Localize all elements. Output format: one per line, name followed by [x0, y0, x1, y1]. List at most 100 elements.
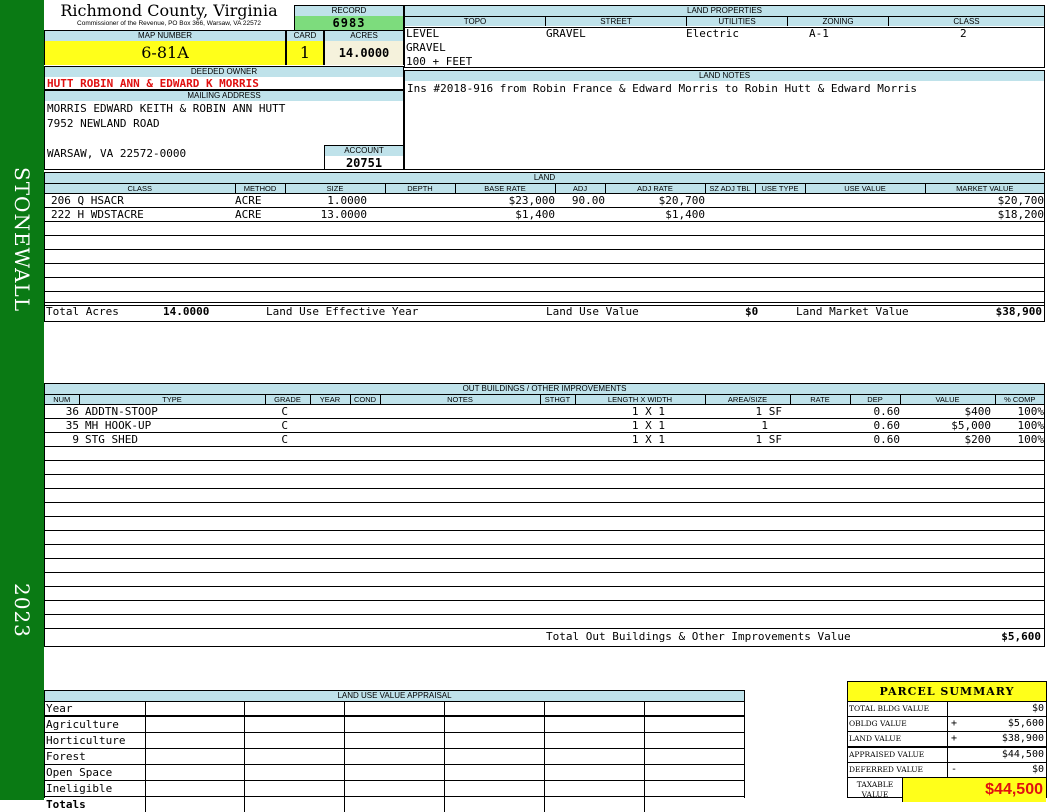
summary-value: $44,500: [960, 748, 1046, 762]
parcel-summary-title: PARCEL SUMMARY: [848, 682, 1046, 702]
ob-num: 35: [45, 419, 79, 433]
land-use-row-totals: Totals: [45, 797, 744, 812]
land-adj-rate: $20,700: [605, 194, 705, 208]
ob-type: ADDTN-STOOP: [79, 405, 265, 419]
outbuilding-row: 36 ADDTN-STOOP C 1 X 1 1 SF 0.60 $400 10…: [45, 405, 1044, 419]
acres-box: ACRES 14.0000: [324, 30, 404, 65]
ob-value: $400: [900, 405, 995, 419]
land-base-rate: $23,000: [455, 194, 555, 208]
land-col-size: SIZE: [285, 184, 385, 194]
land-row-empty: [45, 222, 1044, 236]
land-col-sz-adj-tbl: SZ ADJ TBL: [705, 184, 755, 194]
card-label: CARD: [287, 31, 323, 41]
street-label: STREET: [546, 17, 687, 26]
class-label: CLASS: [889, 17, 1044, 26]
outbuilding-row-empty: [45, 573, 1044, 587]
land-row-empty: [45, 236, 1044, 250]
land-use-label: Ineligible: [45, 781, 145, 797]
ob-type: STG SHED: [79, 433, 265, 447]
land-use-label: Year: [45, 702, 145, 716]
tax-year: 2023: [0, 580, 44, 640]
ob-area-size: 1 SF: [705, 405, 790, 419]
land-col-use-value: USE VALUE: [805, 184, 925, 194]
land-row: 222 H WDSTACRE ACRE 13.0000 $1,400 $1,40…: [45, 208, 1044, 222]
land-use-label: Agriculture: [45, 716, 145, 733]
summary-op: [948, 702, 960, 716]
district-name: STONEWALL: [0, 160, 44, 320]
summary-label: LAND VALUE: [848, 732, 948, 746]
ob-col-area-size: AREA/SIZE: [705, 395, 790, 405]
utilities-value: Electric: [686, 27, 739, 41]
land-row-empty: [45, 278, 1044, 292]
street-value: GRAVEL: [546, 27, 586, 41]
ob-length-width: 1 X 1: [575, 433, 705, 447]
mailing-line-1: MORRIS EDWARD KEITH & ROBIN ANN HUTT: [45, 101, 403, 116]
ob-num: 9: [45, 433, 79, 447]
deeded-owner-label: DEEDED OWNER: [45, 67, 403, 77]
outbuilding-row-empty: [45, 545, 1044, 559]
ob-num: 36: [45, 405, 79, 419]
land-use-appraisal-title: LAND USE VALUE APPRAISAL: [45, 691, 744, 702]
outbuildings-title: OUT BUILDINGS / OTHER IMPROVEMENTS: [45, 384, 1044, 395]
land-column-headers: CLASS METHOD SIZE DEPTH BASE RATE ADJ AD…: [45, 184, 1044, 194]
land-row-empty: [45, 250, 1044, 264]
land-use-appraisal-section: LAND USE VALUE APPRAISAL Year Agricultur…: [44, 690, 745, 798]
land-depth: [385, 208, 455, 222]
land-use-label: Horticulture: [45, 733, 145, 749]
outbuildings-total-label: Total Out Buildings & Other Improvements…: [546, 630, 851, 643]
land-use-value: [805, 208, 925, 222]
deeded-owner-box: DEEDED OWNER HUTT ROBIN ANN & EDWARD K M…: [44, 66, 404, 90]
class-value: 2: [960, 27, 967, 41]
topo-3: 100 + FEET: [406, 55, 472, 68]
land-use-row: Open Space: [45, 765, 744, 781]
map-number: 6-81A: [45, 41, 285, 65]
ob-dep: 0.60: [850, 433, 900, 447]
outbuilding-row-empty: [45, 559, 1044, 573]
land-method: ACRE: [235, 208, 285, 222]
outbuilding-row-empty: [45, 475, 1044, 489]
land-totals-row: Total Acres 14.0000 Land Use Effective Y…: [45, 302, 1044, 321]
taxable-label-line-2: VALUE: [848, 790, 902, 800]
mailing-line-2: 7952 NEWLAND ROAD: [45, 116, 403, 131]
land-base-rate: $1,400: [455, 208, 555, 222]
parcel-summary: PARCEL SUMMARY TOTAL BLDG VALUE $0 OBLDG…: [847, 681, 1047, 798]
summary-label: TOTAL BLDG VALUE: [848, 702, 948, 716]
ob-col-rate: RATE: [790, 395, 850, 405]
land-use-row: Agriculture: [45, 716, 744, 733]
acres-value: 14.0000: [325, 41, 403, 65]
summary-row: DEFERRED VALUE - $0: [848, 763, 1046, 778]
outbuilding-row-empty: [45, 601, 1044, 615]
land-use-value-label: Land Use Value: [546, 305, 639, 318]
ob-col-grade: GRADE: [265, 395, 310, 405]
land-market-value: $18,200: [925, 208, 1044, 222]
summary-op: -: [948, 763, 960, 777]
ob-area-size: 1: [705, 419, 790, 433]
summary-label: APPRAISED VALUE: [848, 748, 948, 762]
account-label: ACCOUNT: [325, 146, 403, 156]
outbuilding-row-empty: [45, 503, 1044, 517]
land-market-value-label: Land Market Value: [796, 305, 909, 318]
ob-col-type: TYPE: [79, 395, 265, 405]
account-box: ACCOUNT 20751: [324, 145, 404, 170]
land-use-row: Forest: [45, 749, 744, 765]
outbuildings-section: OUT BUILDINGS / OTHER IMPROVEMENTS NUM T…: [44, 383, 1045, 647]
account-number: 20751: [325, 156, 403, 170]
land-notes-title: LAND NOTES: [405, 71, 1044, 81]
summary-value: $0: [960, 763, 1046, 777]
summary-row: TOTAL BLDG VALUE $0: [848, 702, 1046, 717]
land-notes-text: Ins #2018-916 from Robin France & Edward…: [405, 81, 1044, 96]
outbuilding-row-empty: [45, 489, 1044, 503]
outbuildings-total-row: Total Out Buildings & Other Improvements…: [45, 627, 1044, 646]
land-use-type: [755, 208, 805, 222]
land-adj-rate: $1,400: [605, 208, 705, 222]
topo-label: TOPO: [405, 17, 546, 26]
taxable-value: $44,500: [903, 778, 1046, 802]
summary-row: APPRAISED VALUE $44,500: [848, 748, 1046, 763]
land-sz-adj: [705, 208, 755, 222]
land-use-label: Totals: [45, 797, 145, 812]
land-size: 13.0000: [285, 208, 385, 222]
ob-pct-comp: 100%: [995, 433, 1044, 447]
land-use-label: Open Space: [45, 765, 145, 781]
ob-dep: 0.60: [850, 405, 900, 419]
land-section: LAND CLASS METHOD SIZE DEPTH BASE RATE A…: [44, 172, 1045, 322]
